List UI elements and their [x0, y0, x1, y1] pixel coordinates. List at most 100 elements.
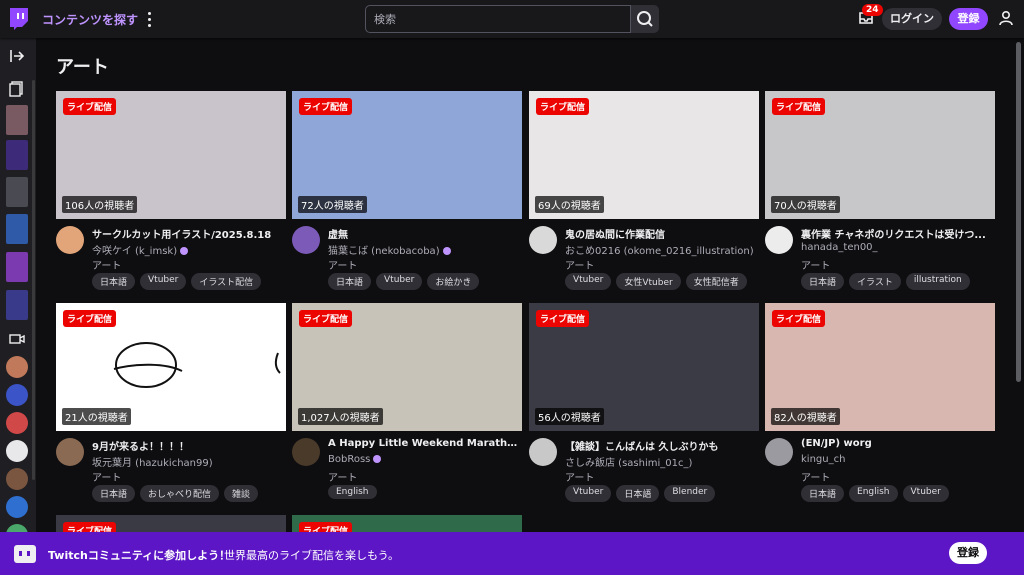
tag-pill[interactable]: 女性配信者 — [685, 273, 747, 290]
tag-pill[interactable]: Vtuber — [565, 485, 612, 502]
signup-button[interactable]: 登録 — [949, 8, 988, 30]
sidebar-category-thumb[interactable] — [6, 177, 28, 207]
channel-avatar[interactable] — [292, 226, 320, 254]
category-link[interactable]: アート — [328, 469, 357, 484]
channel-name[interactable]: おこめ0216 (okome_0216_illustration) — [565, 242, 754, 257]
stream-card[interactable]: ライブ配信 1,027人の視聴者 A Happy Little Weekend … — [292, 303, 522, 503]
stream-card[interactable]: ライブ配信 70人の視聴者 裏作業 チャネポのリクエストは受けつ... hana… — [765, 91, 995, 291]
category-link[interactable]: アート — [565, 469, 594, 484]
category-link[interactable]: アート — [92, 469, 121, 484]
tag-pill[interactable]: English — [849, 485, 898, 502]
tag-pill[interactable]: 日本語 — [92, 273, 136, 290]
category-link[interactable]: アート — [328, 257, 357, 272]
stream-thumbnail[interactable]: ライブ配信 72人の視聴者 — [292, 91, 522, 219]
tag-pill[interactable]: illustration — [905, 273, 970, 290]
tag-pill[interactable]: おしゃべり配信 — [140, 485, 220, 502]
stream-title[interactable]: サークルカット用イラスト/2025.8.18 — [92, 226, 286, 241]
search-input[interactable]: 検索 — [365, 5, 631, 33]
stream-title[interactable]: 裏作業 チャネポのリクエストは受けつ... — [801, 226, 995, 241]
tag-pill[interactable]: 雑談 — [224, 485, 259, 502]
sidebar-category-thumb[interactable] — [6, 214, 28, 244]
stream-card[interactable]: ライブ配信 69人の視聴者 鬼の居ぬ間に作業配信 おこめ0216 (okome_… — [529, 91, 759, 291]
tag-pill[interactable]: 女性Vtuber — [616, 273, 681, 290]
tag-pill[interactable]: Vtuber — [376, 273, 423, 290]
stream-thumbnail[interactable]: ライブ配信 21人の視聴者 — [56, 303, 286, 431]
sidebar-category-thumb[interactable] — [6, 105, 28, 135]
banner-signup-button[interactable]: 登録 — [949, 542, 987, 564]
category-link[interactable]: アート — [801, 469, 830, 484]
tag-pill[interactable]: お絵かき — [427, 273, 480, 290]
stream-thumbnail[interactable]: ライブ配信 56人の視聴者 — [529, 303, 759, 431]
stream-title[interactable]: 9月が来るよ！！！！ — [92, 438, 286, 453]
sidebar-channel-avatar[interactable] — [6, 496, 28, 518]
stream-thumbnail[interactable]: ライブ配信 82人の視聴者 — [765, 303, 995, 431]
stream-card[interactable]: ライブ配信 106人の視聴者 サークルカット用イラスト/2025.8.18 今咲… — [56, 91, 286, 291]
stream-thumbnail[interactable]: ライブ配信 106人の視聴者 — [56, 91, 286, 219]
stream-thumbnail[interactable]: ライブ配信 69人の視聴者 — [529, 91, 759, 219]
stream-card[interactable]: ライブ配信 21人の視聴者 9月が来るよ！！！！ 坂元葉月 (hazukicha… — [56, 303, 286, 503]
tag-list: Vtuber 日本語 Blender — [565, 485, 716, 502]
stream-title[interactable]: (EN/JP) worg — [801, 438, 995, 449]
sidebar-channel-avatar[interactable] — [6, 384, 28, 406]
channel-name[interactable]: 猫葉こば (nekobacoba) — [328, 242, 451, 257]
channel-avatar[interactable] — [292, 438, 320, 466]
channel-avatar[interactable] — [765, 438, 793, 466]
channel-avatar[interactable] — [529, 226, 557, 254]
stream-title[interactable]: 【雑談】こんばんは 久しぶりかも — [565, 438, 759, 453]
tag-pill[interactable]: イラスト配信 — [191, 273, 262, 290]
sidebar-channel-avatar[interactable] — [6, 412, 28, 434]
channel-name[interactable]: BobRoss — [328, 454, 382, 465]
live-badge: ライブ配信 — [536, 98, 590, 115]
search-button[interactable] — [631, 5, 659, 33]
category-link[interactable]: アート — [565, 257, 594, 272]
tag-pill[interactable]: Vtuber — [902, 485, 949, 502]
sidebar-category-thumb[interactable] — [6, 140, 28, 170]
channel-avatar[interactable] — [56, 438, 84, 466]
channel-avatar[interactable] — [56, 226, 84, 254]
channel-name[interactable]: 今咲ケイ (k_imsk) — [92, 242, 189, 257]
twitch-logo-icon[interactable] — [8, 7, 30, 31]
tag-pill[interactable]: Blender — [664, 485, 716, 502]
category-link[interactable]: アート — [801, 257, 830, 272]
more-menu-icon[interactable] — [143, 9, 155, 29]
live-channels-icon[interactable] — [8, 330, 26, 348]
tag-pill[interactable]: 日本語 — [616, 485, 660, 502]
stream-thumbnail[interactable]: ライブ配信 — [292, 515, 522, 532]
tag-pill[interactable]: Vtuber — [565, 273, 612, 290]
stream-thumbnail[interactable]: ライブ配信 1,027人の視聴者 — [292, 303, 522, 431]
main-scrollbar[interactable] — [1016, 42, 1021, 382]
sidebar-channel-avatar[interactable] — [6, 468, 28, 490]
channel-avatar[interactable] — [529, 438, 557, 466]
tag-pill[interactable]: 日本語 — [92, 485, 136, 502]
tag-pill[interactable]: Vtuber — [140, 273, 187, 290]
sidebar-channel-avatar[interactable] — [6, 356, 28, 378]
stream-title[interactable]: 虚無 — [328, 226, 522, 241]
tag-pill[interactable]: 日本語 — [328, 273, 372, 290]
stream-card[interactable]: ライブ配信 72人の視聴者 虚無 猫葉こば (nekobacoba) アート 日… — [292, 91, 522, 291]
tag-pill[interactable]: 日本語 — [801, 273, 845, 290]
sidebar-category-thumb[interactable] — [6, 290, 28, 320]
tag-pill[interactable]: イラスト — [849, 273, 901, 290]
category-link[interactable]: アート — [92, 257, 121, 272]
stream-title[interactable]: 鬼の居ぬ間に作業配信 — [565, 226, 759, 241]
expand-sidebar-icon[interactable] — [8, 47, 26, 65]
user-icon[interactable] — [997, 9, 1015, 27]
channel-name[interactable]: 坂元葉月 (hazukichan99) — [92, 454, 213, 469]
tag-pill[interactable]: English — [328, 485, 377, 499]
tag-pill[interactable]: 日本語 — [801, 485, 845, 502]
stream-title[interactable]: A Happy Little Weekend Marathon! — [328, 438, 522, 449]
channel-avatar[interactable] — [765, 226, 793, 254]
stream-thumbnail[interactable]: ライブ配信 — [56, 515, 286, 532]
browse-link[interactable]: コンテンツを探す — [42, 11, 138, 28]
channel-name[interactable]: kingu_ch — [801, 454, 845, 465]
channel-name[interactable]: さしみ飯店 (sashimi_01c_) — [565, 454, 692, 469]
sidebar-scrollbar[interactable] — [32, 80, 35, 480]
login-button[interactable]: ログイン — [882, 8, 942, 30]
channel-name[interactable]: hanada_ten00_ — [801, 242, 878, 253]
sidebar-category-thumb[interactable] — [6, 252, 28, 282]
followed-categories-icon[interactable] — [8, 79, 26, 97]
sidebar-channel-avatar[interactable] — [6, 440, 28, 462]
stream-thumbnail[interactable]: ライブ配信 70人の視聴者 — [765, 91, 995, 219]
stream-card[interactable]: ライブ配信 56人の視聴者 【雑談】こんばんは 久しぶりかも さしみ飯店 (sa… — [529, 303, 759, 503]
stream-card[interactable]: ライブ配信 82人の視聴者 (EN/JP) worg kingu_ch アート … — [765, 303, 995, 503]
